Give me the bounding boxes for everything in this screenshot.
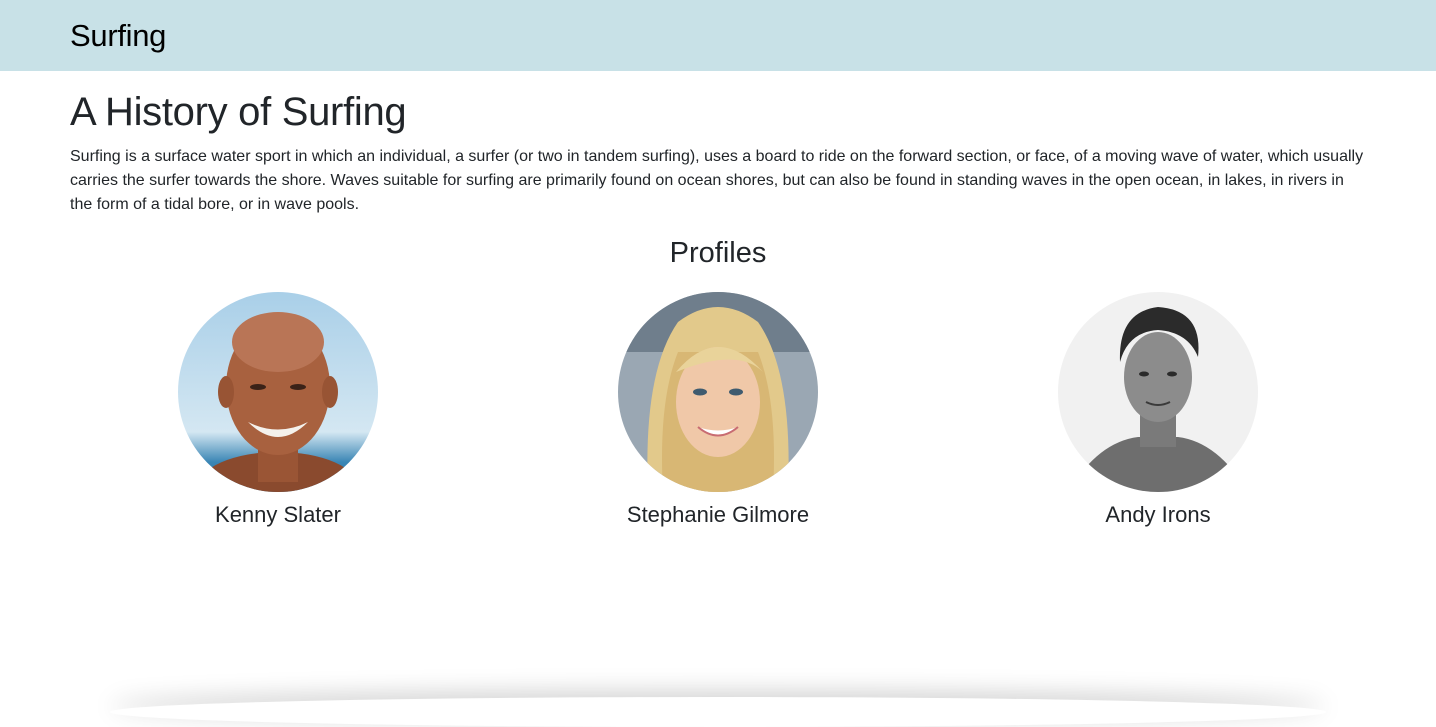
profiles-list: Kenny Slater Stephanie Gilmore <box>70 292 1366 528</box>
main-content: A History of Surfing Surfing is a surfac… <box>0 90 1436 528</box>
profile-card: Stephanie Gilmore <box>618 292 818 528</box>
profile-card: Kenny Slater <box>178 292 378 528</box>
profile-name[interactable]: Andy Irons <box>1105 502 1210 528</box>
intro-paragraph: Surfing is a surface water sport in whic… <box>70 145 1366 217</box>
navbar: Surfing <box>0 0 1436 71</box>
navbar-brand[interactable]: Surfing <box>70 18 166 54</box>
profile-card: Andy Irons <box>1058 292 1258 528</box>
profile-name[interactable]: Kenny Slater <box>215 502 341 528</box>
avatar-kenny-slater <box>178 292 378 492</box>
profiles-heading: Profiles <box>70 237 1366 270</box>
footer-shadow <box>110 697 1326 727</box>
avatar-stephanie-gilmore <box>618 292 818 492</box>
profile-name[interactable]: Stephanie Gilmore <box>627 502 809 528</box>
avatar-andy-irons <box>1058 292 1258 492</box>
page-title: A History of Surfing <box>70 90 1366 135</box>
